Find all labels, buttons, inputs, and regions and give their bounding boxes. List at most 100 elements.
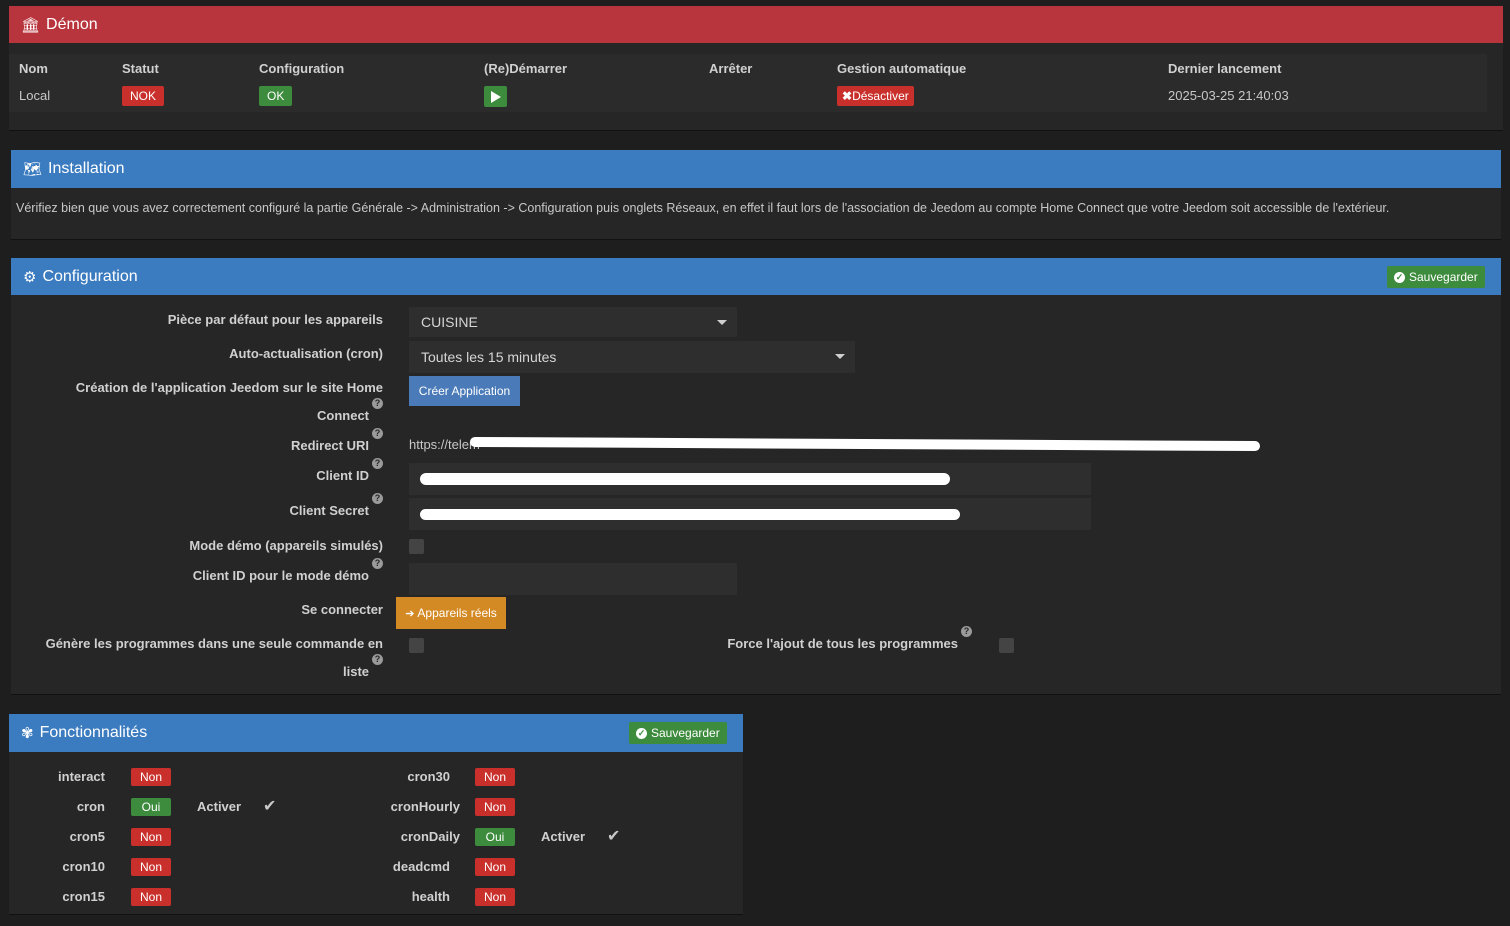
default-room-value: CUISINE [421, 314, 478, 330]
create-app-label-line1: Création de l'application Jeedom sur le … [75, 380, 383, 395]
cron-select[interactable]: Toutes les 15 minutes [409, 341, 855, 373]
daemon-title: Démon [46, 15, 98, 33]
redirect-uri-label: Redirect URI? [40, 428, 383, 460]
help-icon[interactable]: ? [372, 458, 383, 469]
cron-label: Auto-actualisation (cron) [40, 340, 383, 368]
create-app-label-line2: Connect [317, 408, 369, 423]
daemon-last-launch: 2025-03-25 21:40:03 [1168, 88, 1289, 103]
redacted-client-secret [420, 509, 960, 520]
daemon-config-badge: OK [259, 86, 293, 106]
connect-button-label: Appareils réels [417, 606, 497, 620]
chevron-down-icon [717, 320, 727, 325]
feature-name: cron5 [69, 829, 105, 844]
features-save-button[interactable]: ✓ Sauvegarder [629, 722, 727, 744]
feature-status-badge: Non [475, 768, 515, 786]
chevron-down-icon [835, 354, 845, 359]
help-icon[interactable]: ? [372, 558, 383, 569]
demo-mode-checkbox[interactable] [409, 539, 424, 554]
feature-name: interact [58, 769, 105, 784]
feature-name: cronHourly [390, 799, 460, 814]
configuration-title: Configuration [42, 267, 138, 285]
feature-status-badge: Non [475, 888, 515, 906]
feature-name: cron [76, 799, 105, 814]
help-icon[interactable]: ? [372, 398, 383, 409]
check-circle-icon: ✓ [636, 727, 647, 739]
check-circle-icon: ✓ [1394, 271, 1405, 283]
feature-name: cronDaily [400, 829, 460, 844]
configuration-header: ⚙ Configuration [11, 258, 1501, 295]
disable-auto-button[interactable]: ✖Désactiver [837, 86, 914, 106]
daemon-status-badge: NOK [122, 86, 165, 106]
client-secret-label-text: Client Secret [289, 503, 369, 518]
feature-name: cron15 [62, 889, 105, 904]
feature-status-badge: Non [131, 858, 171, 876]
client-secret-label: Client Secret? [40, 493, 383, 525]
daemon-header: 🏛 Démon [9, 6, 1503, 43]
config-save-button[interactable]: ✓ Sauvegarder [1387, 266, 1485, 288]
single-command-label: Génère les programmes dans une seule com… [20, 630, 383, 686]
demo-mode-label: Mode démo (appareils simulés) [40, 532, 383, 560]
play-icon [491, 91, 501, 103]
col-auto-management: Gestion automatique [837, 61, 967, 76]
force-programs-checkbox[interactable] [999, 638, 1014, 653]
installation-panel: 🗺 Installation Vérifiez bien que vous av… [11, 150, 1501, 239]
daemon-table: Nom Statut Configuration (Re)Démarrer Ar… [9, 54, 1487, 112]
col-configuration: Configuration [259, 61, 345, 76]
feature-name: cron30 [407, 769, 450, 784]
create-app-button-label: Créer Application [418, 384, 511, 398]
activate-checkbox[interactable]: ✔ [263, 797, 276, 817]
feature-status-badge: Non [131, 888, 171, 906]
col-statut: Statut [122, 61, 159, 76]
puzzle-icon: ✾ [21, 725, 34, 742]
force-programs-label: Force l'ajout de tous les programmes? [700, 626, 972, 658]
client-id-label: Client ID? [40, 458, 383, 490]
gears-icon: ⚙ [23, 268, 37, 286]
cron-value: Toutes les 15 minutes [421, 349, 557, 365]
feature-status-badge: Non [475, 858, 515, 876]
features-save-label: Sauvegarder [651, 726, 720, 740]
feature-name: health [411, 889, 450, 904]
help-icon[interactable]: ? [372, 428, 383, 439]
feature-status-badge: Non [131, 768, 171, 786]
redirect-uri-label-text: Redirect URI [290, 438, 369, 453]
daemon-panel: 🏛 Démon Nom Statut Configuration (Re)Dém… [9, 6, 1503, 130]
single-command-label-line2: liste [342, 664, 369, 679]
redacted-client-id [420, 473, 950, 485]
demo-client-id-field[interactable] [409, 563, 737, 595]
feature-name: cron10 [62, 859, 105, 874]
demo-mode-label-text: Mode démo (appareils simulés) [189, 538, 383, 553]
disable-auto-label: Désactiver [852, 89, 909, 103]
features-title: Fonctionnalités [39, 724, 148, 741]
feature-status-badge: Non [131, 828, 171, 846]
help-icon[interactable]: ? [372, 493, 383, 504]
default-room-label: Pièce par défaut pour les appareils [40, 306, 383, 334]
help-icon[interactable]: ? [961, 626, 972, 637]
single-command-checkbox[interactable] [409, 638, 424, 653]
cron-label-text: Auto-actualisation (cron) [229, 346, 383, 361]
close-icon: ✖ [842, 89, 853, 103]
connect-label-text: Se connecter [301, 602, 383, 617]
installation-text: Vérifiez bien que vous avez correctement… [16, 201, 1390, 215]
activate-label: Activer [197, 799, 242, 814]
bank-icon: 🏛 [21, 16, 41, 34]
activate-checkbox[interactable]: ✔ [607, 827, 620, 847]
help-icon[interactable]: ? [372, 654, 383, 665]
daemon-name: Local [19, 88, 51, 103]
map-icon: 🗺 [23, 161, 43, 178]
restart-button[interactable] [484, 86, 507, 107]
create-app-label: Création de l'application Jeedom sur le … [20, 374, 383, 430]
sign-in-icon: ➔ [405, 607, 415, 620]
redirect-uri-value: https://telem [409, 437, 480, 452]
activate-label: Activer [541, 829, 586, 844]
create-app-button[interactable]: Créer Application [409, 376, 520, 406]
installation-header: 🗺 Installation [11, 150, 1501, 188]
demo-client-id-label-text: Client ID pour le mode démo [192, 568, 369, 583]
col-stop: Arrêter [709, 61, 753, 76]
default-room-select[interactable]: CUISINE [409, 307, 737, 337]
feature-status-badge: Oui [131, 798, 171, 816]
col-nom: Nom [19, 61, 48, 76]
connect-real-devices-button[interactable]: ➔ Appareils réels [396, 597, 506, 629]
config-save-label: Sauvegarder [1409, 270, 1478, 284]
feature-status-badge: Oui [475, 828, 515, 846]
feature-name: deadcmd [392, 859, 450, 874]
